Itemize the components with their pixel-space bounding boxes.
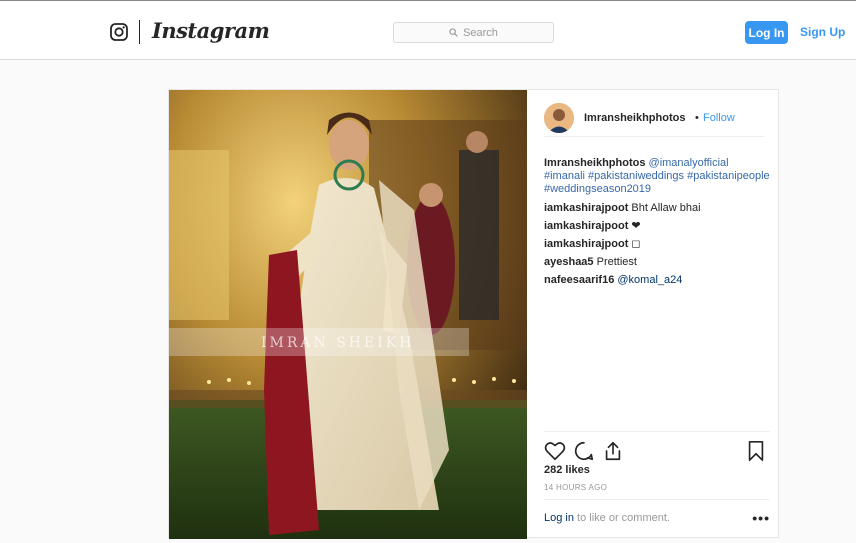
caption: Imransheikhphotos @imanalyofficial #iman… <box>544 157 770 196</box>
login-link[interactable]: Log in <box>544 512 574 524</box>
caption-username[interactable]: Imransheikhphotos <box>544 157 645 169</box>
hashtag-link[interactable]: #pakistaniweddings <box>588 170 684 182</box>
post-photo[interactable]: IMRAN SHEIKH <box>169 90 527 539</box>
login-prompt: Log in to like or comment. <box>544 512 670 524</box>
post-timestamp[interactable]: 14 HOURS AGO <box>544 483 607 492</box>
mention-link[interactable]: @komal_a24 <box>617 274 682 286</box>
action-bar <box>544 431 770 461</box>
hashtag-link[interactable]: #imanali <box>544 170 585 182</box>
comment-text: ◻ <box>631 238 641 250</box>
comment-username[interactable]: iamkashirajpoot <box>544 220 628 232</box>
comment: iamkashirajpoot Bht Allaw bhai <box>544 202 770 215</box>
search-placeholder: Search <box>463 26 498 39</box>
more-options-icon[interactable]: ••• <box>752 510 770 526</box>
avatar[interactable] <box>544 103 574 133</box>
separator-dot: • <box>695 112 699 124</box>
comment-username[interactable]: ayeshaa5 <box>544 256 594 268</box>
mention-link[interactable]: @imanalyofficial <box>649 157 729 169</box>
instagram-wordmark[interactable]: Instagram <box>152 18 270 43</box>
post-sidebar: Imransheikhphotos • Follow Imransheikhph… <box>527 90 780 539</box>
heart-icon[interactable] <box>544 440 566 462</box>
instagram-camera-icon[interactable] <box>110 23 128 41</box>
comment-icon[interactable] <box>573 440 595 462</box>
comment: nafeesaarif16 @komal_a24 <box>544 274 770 287</box>
search-icon <box>449 28 458 37</box>
signup-link[interactable]: Sign Up <box>800 25 845 39</box>
share-icon[interactable] <box>602 440 624 462</box>
logo-divider <box>139 20 140 44</box>
post-card: IMRAN SHEIKH Imransheikhphotos • Follow <box>168 89 780 539</box>
post-username[interactable]: Imransheikhphotos <box>584 112 685 124</box>
comment-text: Prettiest <box>596 256 637 268</box>
comment: ayeshaa5 Prettiest <box>544 256 770 269</box>
comment-username[interactable]: iamkashirajpoot <box>544 238 628 250</box>
bookmark-icon[interactable] <box>745 440 767 462</box>
top-navigation-bar: Instagram Search Log In Sign Up <box>0 0 856 60</box>
like-count[interactable]: 282 likes <box>544 464 590 476</box>
photo-watermark: IMRAN SHEIKH <box>261 335 414 351</box>
login-button[interactable]: Log In <box>745 21 788 44</box>
comment: iamkashirajpoot ❤ <box>544 220 770 233</box>
hashtag-link[interactable]: #pakistanipeople <box>687 170 770 182</box>
comment-text: Bht Allaw bhai <box>631 202 701 214</box>
comments-list: Imransheikhphotos @imanalyofficial #iman… <box>544 157 770 292</box>
comment-username[interactable]: nafeesaarif16 <box>544 274 614 286</box>
comment-username[interactable]: iamkashirajpoot <box>544 202 628 214</box>
comment: iamkashirajpoot ◻ <box>544 238 770 251</box>
login-prompt-text: to like or comment. <box>577 512 670 524</box>
search-input[interactable]: Search <box>393 22 554 43</box>
post-header: Imransheikhphotos • Follow <box>544 103 764 137</box>
hashtag-link[interactable]: #weddingseason2019 <box>544 183 651 195</box>
comment-text: ❤ <box>631 220 641 232</box>
follow-button[interactable]: Follow <box>703 112 735 124</box>
post-footer: Log in to like or comment. ••• <box>544 499 770 529</box>
